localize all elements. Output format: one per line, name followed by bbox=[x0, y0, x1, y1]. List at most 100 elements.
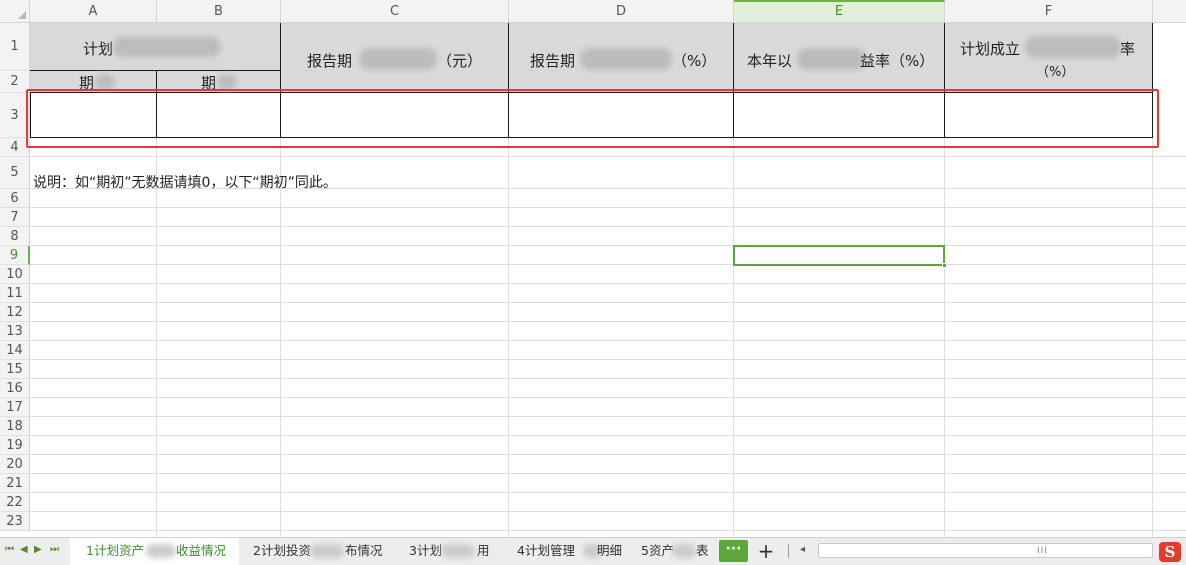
sheet-tab-bar: ⏮ ◀ ▶ ⏭ 1计划资产 收益情况 2计划投资 布情况 3计划 用 4计划管理… bbox=[0, 537, 1186, 565]
row-header-5[interactable]: 5 bbox=[0, 157, 30, 189]
spreadsheet-grid[interactable]: A B C D E F 1 2 3 4 5 6 7 8 9 10 11 12 1… bbox=[0, 0, 1186, 537]
sheet-tab-4[interactable]: 4计划管理 明细 bbox=[508, 538, 630, 565]
sheet-tab-4-prefix: 4计划管理 bbox=[517, 543, 575, 558]
column-header-f[interactable]: F bbox=[945, 0, 1153, 23]
gridline bbox=[30, 321, 1186, 322]
note-text[interactable]: 说明：如“期初”无数据请填0，以下“期初”同此。 bbox=[33, 172, 337, 192]
row-header-22[interactable]: 22 bbox=[0, 493, 30, 512]
sheet-tab-5-prefix: 5资产 bbox=[641, 543, 674, 558]
row-header-11[interactable]: 11 bbox=[0, 284, 30, 303]
gridline bbox=[30, 435, 1186, 436]
column-header-e[interactable]: E bbox=[734, 0, 945, 23]
sheet-tab-4-suffix: 明细 bbox=[597, 543, 623, 558]
header-cell-d-unit: （%） bbox=[672, 52, 717, 70]
sheet-tab-2[interactable]: 2计划投资 布情况 bbox=[243, 538, 392, 565]
input-cell-f3[interactable] bbox=[945, 93, 1153, 138]
input-cell-e3[interactable] bbox=[734, 93, 945, 138]
scroll-left-icon[interactable]: ◂ bbox=[800, 544, 805, 555]
column-header-b[interactable]: B bbox=[157, 0, 281, 23]
sheet-tab-3[interactable]: 3计划 用 bbox=[398, 538, 502, 565]
header-cell-e-label: 本年以 bbox=[747, 52, 793, 70]
row-header-8[interactable]: 8 bbox=[0, 227, 30, 246]
row-header-10[interactable]: 10 bbox=[0, 265, 30, 284]
input-cell-b3[interactable] bbox=[157, 93, 281, 138]
row-header-3[interactable]: 3 bbox=[0, 93, 30, 138]
header-cell-b-sub[interactable]: 期 bbox=[157, 71, 281, 93]
gridline bbox=[30, 511, 1186, 512]
sheet-tab-1[interactable]: 1计划资产 收益情况 bbox=[70, 538, 239, 565]
header-cell-f[interactable]: 计划成立 率 （%） bbox=[945, 23, 1153, 93]
header-cell-e[interactable]: 本年以 益率（%） bbox=[734, 23, 945, 93]
row-header-16[interactable]: 16 bbox=[0, 379, 30, 398]
column-header-d[interactable]: D bbox=[509, 0, 734, 23]
horizontal-scrollbar[interactable]: III bbox=[818, 543, 1153, 558]
column-header-c[interactable]: C bbox=[281, 0, 509, 23]
row-header-20[interactable]: 20 bbox=[0, 455, 30, 474]
prev-sheet-icon[interactable]: ◀ bbox=[20, 544, 28, 555]
gridline bbox=[30, 397, 1186, 398]
row-header-4[interactable]: 4 bbox=[0, 138, 30, 157]
gridline bbox=[30, 283, 1186, 284]
redaction-blur bbox=[310, 544, 344, 558]
row-header-18[interactable]: 18 bbox=[0, 417, 30, 436]
header-cell-d-label: 报告期 bbox=[530, 52, 576, 70]
gridline bbox=[30, 416, 1186, 417]
tab-divider bbox=[788, 544, 789, 558]
header-cell-plan[interactable]: 计划 bbox=[30, 23, 281, 71]
gridline bbox=[30, 473, 1186, 474]
header-cell-b-sub-label: 期 bbox=[201, 74, 217, 92]
first-sheet-icon[interactable]: ⏮ bbox=[5, 544, 14, 555]
sheet-tab-5[interactable]: 5资产 表 bbox=[636, 538, 716, 565]
row-header-13[interactable]: 13 bbox=[0, 322, 30, 341]
redaction-blur bbox=[95, 74, 115, 90]
row-header-14[interactable]: 14 bbox=[0, 341, 30, 360]
header-cell-c[interactable]: 报告期 （元） bbox=[281, 23, 509, 93]
gridline bbox=[30, 359, 1186, 360]
sheet-tab-5-suffix: 表 bbox=[696, 543, 709, 558]
add-sheet-button[interactable]: + bbox=[755, 538, 777, 565]
sheet-tab-2-suffix: 布情况 bbox=[345, 543, 383, 558]
input-cell-d3[interactable] bbox=[509, 93, 734, 138]
more-sheets-button[interactable]: ··· bbox=[719, 540, 748, 562]
input-cell-c3[interactable] bbox=[281, 93, 509, 138]
row-header-12[interactable]: 12 bbox=[0, 303, 30, 322]
fill-handle[interactable] bbox=[942, 263, 947, 268]
gridline bbox=[30, 245, 1186, 246]
row-header-21[interactable]: 21 bbox=[0, 474, 30, 493]
last-sheet-icon[interactable]: ⏭ bbox=[50, 544, 59, 555]
column-header-g[interactable] bbox=[1153, 0, 1186, 23]
input-cell-a3[interactable] bbox=[30, 93, 157, 138]
scrollbar-grip-icon[interactable]: III bbox=[1037, 546, 1048, 556]
sheet-tab-3-suffix: 用 bbox=[477, 543, 490, 558]
gridline bbox=[30, 530, 1186, 531]
gridline bbox=[30, 156, 1186, 157]
row-header-19[interactable]: 19 bbox=[0, 436, 30, 455]
row-header-15[interactable]: 15 bbox=[0, 360, 30, 379]
row-header-23[interactable]: 23 bbox=[0, 512, 30, 531]
header-cell-plan-label: 计划 bbox=[83, 40, 114, 58]
row-header-6[interactable]: 6 bbox=[0, 189, 30, 208]
gridline bbox=[30, 340, 1186, 341]
row-header-1[interactable]: 1 bbox=[0, 23, 30, 71]
sheet-tab-2-prefix: 2计划投资 bbox=[253, 543, 311, 558]
header-cell-a-sub[interactable]: 期 bbox=[30, 71, 157, 93]
header-cell-f-label: 计划成立 bbox=[960, 40, 1021, 58]
header-cell-d[interactable]: 报告期 （%） bbox=[509, 23, 734, 93]
sheet-tab-1-prefix: 1计划资产 bbox=[86, 543, 144, 558]
row-header-9[interactable]: 9 bbox=[0, 246, 30, 265]
select-all-corner[interactable] bbox=[0, 0, 30, 23]
row-header-17[interactable]: 17 bbox=[0, 398, 30, 417]
redaction-blur bbox=[797, 48, 865, 70]
gridline bbox=[30, 454, 1186, 455]
row-header-2[interactable]: 2 bbox=[0, 71, 30, 93]
selected-cell-e9[interactable] bbox=[733, 245, 947, 268]
next-sheet-icon[interactable]: ▶ bbox=[34, 544, 42, 555]
app-logo-icon: S bbox=[1159, 542, 1181, 562]
gridline bbox=[30, 226, 1186, 227]
sheet-tab-1-suffix: 收益情况 bbox=[176, 543, 227, 558]
header-cell-c-label: 报告期 bbox=[307, 52, 353, 70]
column-header-a[interactable]: A bbox=[30, 0, 157, 23]
row-header-7[interactable]: 7 bbox=[0, 208, 30, 227]
sheet-tab-3-prefix: 3计划 bbox=[409, 543, 442, 558]
gridline bbox=[30, 207, 1186, 208]
